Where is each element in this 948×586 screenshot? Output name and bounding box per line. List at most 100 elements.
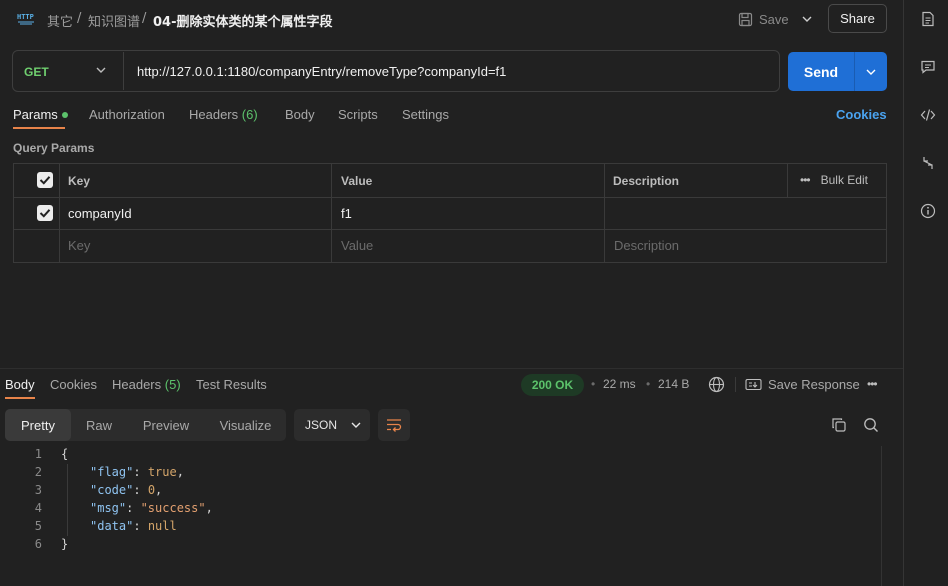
divider xyxy=(14,197,886,198)
code-line: "flag": true, xyxy=(90,465,184,479)
cookies-link[interactable]: Cookies xyxy=(836,107,887,122)
wrap-lines-button[interactable] xyxy=(378,409,410,441)
send-button-group: Send xyxy=(788,52,887,91)
comment-icon[interactable] xyxy=(920,59,936,75)
status-badge[interactable]: 200 OK xyxy=(521,374,584,396)
request-name[interactable]: 04-删除实体类的某个属性字段 xyxy=(153,11,333,30)
format-raw[interactable]: Raw xyxy=(71,409,127,441)
save-options-button[interactable] xyxy=(796,8,818,30)
divider xyxy=(735,377,736,392)
search-icon[interactable] xyxy=(863,417,879,433)
headers-count: (6) xyxy=(241,107,258,122)
format-pretty[interactable]: Pretty xyxy=(5,409,71,441)
chevron-down-icon[interactable] xyxy=(96,67,106,73)
save-response-icon xyxy=(745,378,762,391)
save-response-button[interactable]: Save Response xyxy=(745,377,860,392)
code-icon[interactable] xyxy=(920,107,936,123)
response-tab-headers[interactable]: Headers (5) xyxy=(112,377,181,392)
tab-label: Headers xyxy=(112,377,162,392)
breadcrumb-collection[interactable]: 其它 xyxy=(47,11,73,30)
new-param-key-field[interactable]: Key xyxy=(68,238,90,253)
code-line: "data": null xyxy=(90,519,177,533)
check-icon xyxy=(39,209,51,218)
tab-label: Headers xyxy=(189,107,239,122)
code-line: "msg": "success", xyxy=(90,501,213,515)
response-size[interactable]: 214 B xyxy=(658,377,689,391)
active-tab-underline xyxy=(5,397,35,399)
response-tab-body[interactable]: Body xyxy=(5,377,35,392)
line-number: 5 xyxy=(34,519,42,533)
breadcrumb-folder[interactable]: 知识图谱 xyxy=(88,11,140,30)
param-key-field[interactable]: companyId xyxy=(68,206,132,221)
divider xyxy=(14,229,886,230)
tab-settings[interactable]: Settings xyxy=(402,107,449,122)
chevron-down-icon xyxy=(351,422,361,428)
share-button[interactable]: Share xyxy=(828,4,887,33)
response-time[interactable]: 22 ms xyxy=(603,377,636,391)
save-button[interactable]: Save xyxy=(738,8,789,30)
column-header-description: Description xyxy=(613,174,680,188)
format-visualize[interactable]: Visualize xyxy=(205,409,286,441)
line-number: 6 xyxy=(34,537,42,551)
column-header-key: Key xyxy=(68,174,91,188)
language-select[interactable]: JSON xyxy=(294,409,370,441)
section-title: Query Params xyxy=(13,141,95,155)
send-options-button[interactable] xyxy=(855,52,887,91)
indent-guide xyxy=(67,464,68,536)
chevron-down-icon xyxy=(802,16,812,22)
save-icon xyxy=(738,12,753,26)
active-indicator xyxy=(61,111,68,118)
format-toggle: Pretty Raw Preview Visualize xyxy=(5,409,286,441)
separator-dot: • xyxy=(591,377,596,391)
copy-icon[interactable] xyxy=(831,417,847,433)
line-number: 4 xyxy=(34,501,42,515)
divider xyxy=(331,164,332,262)
divider xyxy=(604,164,605,262)
save-response-label: Save Response xyxy=(768,377,860,392)
tab-label: Authorization xyxy=(89,107,165,122)
bulk-edit-label: Bulk Edit xyxy=(820,173,868,187)
save-label: Save xyxy=(759,11,789,27)
chevron-down-icon xyxy=(866,69,876,75)
tab-authorization[interactable]: Authorization xyxy=(89,107,165,122)
url-input[interactable]: http://127.0.0.1:1180/companyEntry/remov… xyxy=(137,64,506,79)
param-value-field[interactable]: f1 xyxy=(341,206,352,221)
document-icon[interactable] xyxy=(920,11,936,27)
tab-scripts[interactable]: Scripts xyxy=(338,107,378,122)
more-icon[interactable]: ••• xyxy=(867,377,878,391)
info-icon[interactable] xyxy=(920,203,936,219)
http-icon: HTTP xyxy=(17,11,35,27)
url-bar: GET http://127.0.0.1:1180/companyEntry/r… xyxy=(12,50,780,92)
globe-icon[interactable] xyxy=(708,376,725,393)
response-tab-test-results[interactable]: Test Results xyxy=(196,377,267,392)
method-select[interactable]: GET xyxy=(24,65,49,79)
new-param-description-field[interactable]: Description xyxy=(614,238,679,253)
param-row-checkbox[interactable] xyxy=(37,205,53,221)
query-params-table: Key Value Description ••• Bulk Edit comp… xyxy=(13,163,887,263)
tab-label: Scripts xyxy=(338,107,378,122)
send-button[interactable]: Send xyxy=(788,52,854,91)
tab-params[interactable]: Params xyxy=(13,107,68,122)
scrollbar[interactable] xyxy=(881,446,895,586)
tab-label: Body xyxy=(285,107,315,122)
bulk-edit-button[interactable]: ••• Bulk Edit xyxy=(800,173,868,187)
sync-icon[interactable] xyxy=(920,155,936,171)
new-param-value-field[interactable]: Value xyxy=(341,238,373,253)
svg-text:HTTP: HTTP xyxy=(17,13,34,21)
active-tab-underline xyxy=(13,127,65,129)
divider xyxy=(59,164,60,262)
check-icon xyxy=(39,176,51,185)
select-all-checkbox[interactable] xyxy=(37,172,53,188)
tab-label: Params xyxy=(13,107,58,122)
response-tab-cookies[interactable]: Cookies xyxy=(50,377,97,392)
format-preview[interactable]: Preview xyxy=(127,409,205,441)
breadcrumb-separator: / xyxy=(142,11,147,26)
line-number: 1 xyxy=(34,447,42,461)
divider xyxy=(787,164,788,197)
line-number: 3 xyxy=(34,483,42,497)
line-number: 2 xyxy=(34,465,42,479)
tab-headers[interactable]: Headers (6) xyxy=(189,107,258,122)
wrap-lines-icon xyxy=(387,419,402,432)
tab-body[interactable]: Body xyxy=(285,107,315,122)
language-label: JSON xyxy=(305,418,338,432)
